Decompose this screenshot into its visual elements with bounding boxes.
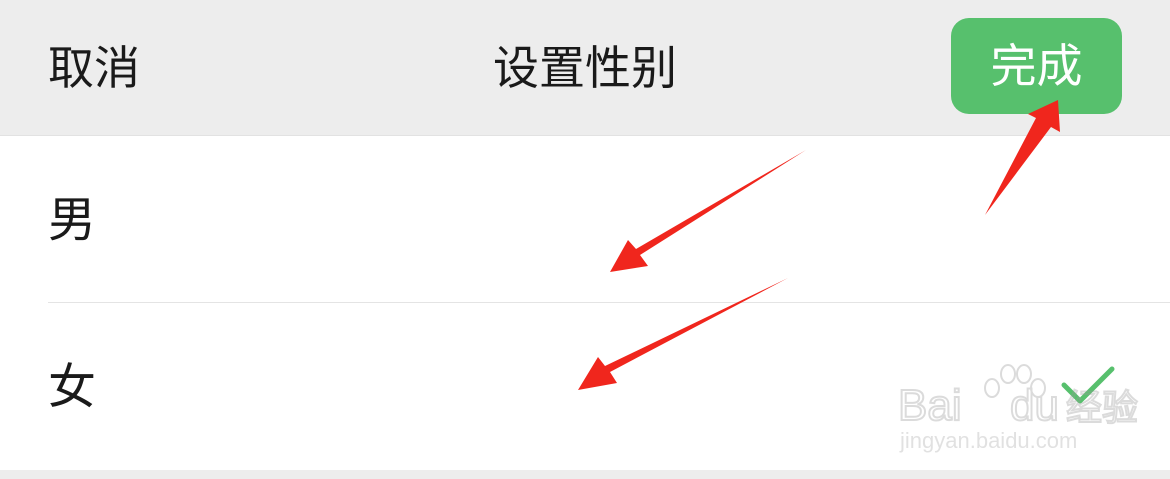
checkmark-icon bbox=[1061, 366, 1115, 404]
option-male-label: 男 bbox=[48, 192, 97, 248]
option-male[interactable]: 男 bbox=[0, 136, 1170, 303]
option-female-label: 女 bbox=[48, 359, 97, 415]
option-female[interactable]: 女 bbox=[0, 303, 1170, 469]
gender-option-list: 男 女 bbox=[0, 135, 1170, 470]
done-button[interactable]: 完成 bbox=[951, 18, 1122, 114]
nav-header: 取消 设置性别 完成 bbox=[0, 0, 1170, 135]
set-gender-screen: 取消 设置性别 完成 男 女 Bai du 经验 jingyan.baidu.c… bbox=[0, 0, 1170, 479]
bottom-strip bbox=[0, 470, 1170, 479]
